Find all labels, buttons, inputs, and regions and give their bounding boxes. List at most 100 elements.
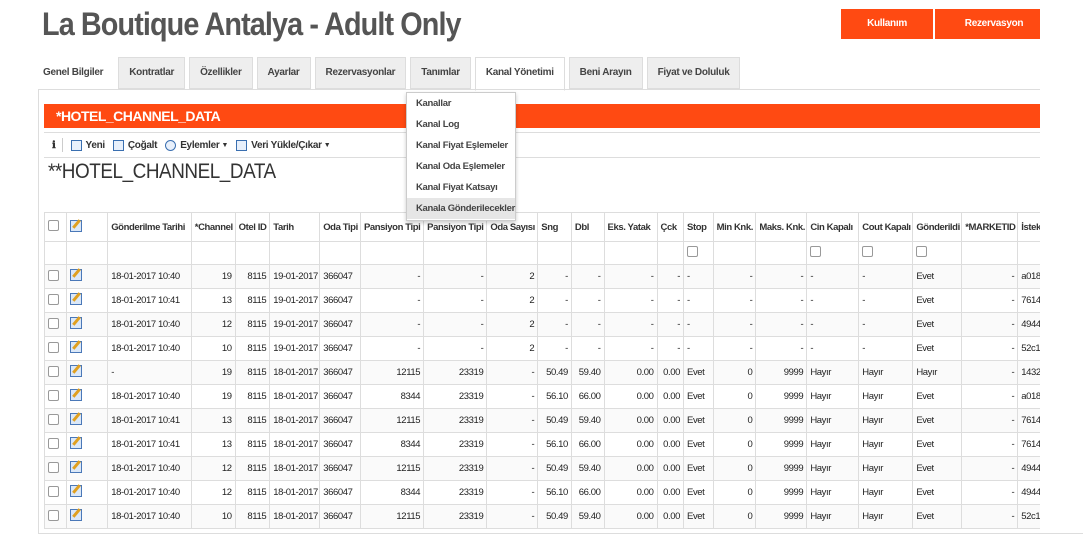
- filter-input[interactable]: [656, 241, 685, 265]
- filter-input[interactable]: [234, 241, 271, 265]
- cin-filter-checkbox[interactable]: [806, 241, 860, 265]
- filter-input[interactable]: [961, 241, 1019, 265]
- copy-button[interactable]: Çoğalt: [112, 139, 157, 151]
- menu-item-oda-eslemeler[interactable]: Kanal Oda Eşlemeler: [407, 156, 515, 177]
- row-checkbox[interactable]: [43, 480, 68, 505]
- info-icon[interactable]: ℹ: [52, 140, 56, 151]
- row-checkbox[interactable]: [43, 360, 68, 385]
- edit-icon[interactable]: [66, 480, 109, 505]
- col-header[interactable]: Eks. Yatak: [603, 212, 658, 242]
- table-cell: 366047: [319, 312, 361, 337]
- menu-item-fiyat-katsayi[interactable]: Kanal Fiyat Katsayı: [407, 177, 515, 198]
- row-checkbox[interactable]: [43, 456, 68, 481]
- table-row[interactable]: 18-01-2017 10:40 10 8115 18-01-2017 366047 12…: [43, 504, 1048, 529]
- filter-input[interactable]: [269, 241, 321, 265]
- col-header[interactable]: Dbl: [570, 212, 605, 242]
- user-guide-button[interactable]: Kullanım Kılavuzu: [841, 9, 933, 59]
- row-checkbox[interactable]: [43, 384, 68, 409]
- menu-item-fiyat-eslemeler[interactable]: Kanal Fiyat Eşlemeler: [407, 135, 515, 156]
- table-row[interactable]: 18-01-2017 10:40 12 8115 18-01-2017 366047 83…: [43, 480, 1048, 505]
- col-header[interactable]: Cin Kapalı: [806, 212, 860, 242]
- actions-button[interactable]: Eylemler ▼: [165, 139, 228, 151]
- sent-filter-checkbox[interactable]: [912, 241, 963, 265]
- tab-ayarlar[interactable]: Ayarlar: [256, 57, 311, 89]
- col-header[interactable]: Sng: [537, 212, 572, 242]
- tab-fiyat-doluluk[interactable]: Fiyat ve Doluluk: [646, 57, 741, 89]
- table-row[interactable]: 18-01-2017 10:40 12 8115 19-01-2017 366047- -…: [43, 312, 1048, 337]
- table-cell: 366047: [319, 264, 361, 289]
- table-cell: 8115: [234, 480, 271, 505]
- col-header[interactable]: Min Knk.: [712, 212, 757, 242]
- table-row[interactable]: -19 8115 18-01-2017 366047 12115 23319-50.49 5…: [43, 360, 1048, 385]
- filter-input[interactable]: [107, 241, 192, 265]
- menu-item-gonderilecekler[interactable]: Kanala Gönderilecekler: [407, 198, 515, 219]
- edit-icon[interactable]: [66, 360, 109, 385]
- filter-input[interactable]: [423, 241, 488, 265]
- table-row[interactable]: 18-01-2017 10:41 13 8115 18-01-2017 366047 12…: [43, 408, 1048, 433]
- row-checkbox[interactable]: [43, 264, 68, 289]
- col-header[interactable]: Oda Tipi: [319, 212, 361, 242]
- col-header[interactable]: Gönderildi: [912, 212, 963, 242]
- new-button[interactable]: Yeni: [70, 139, 105, 151]
- row-checkbox[interactable]: [43, 312, 68, 337]
- filter-input[interactable]: [712, 241, 757, 265]
- col-header[interactable]: *Channel: [190, 212, 236, 242]
- edit-icon[interactable]: [66, 504, 109, 529]
- edit-sort-icon[interactable]: [66, 212, 109, 242]
- col-header[interactable]: *MARKETID: [961, 212, 1019, 242]
- col-header[interactable]: Gönderilme Tarihi: [107, 212, 192, 242]
- filter-input[interactable]: [755, 241, 808, 265]
- cout-filter-checkbox[interactable]: [858, 241, 914, 265]
- table-row[interactable]: 18-01-2017 10:41 13 8115 18-01-2017 366047 83…: [43, 432, 1048, 457]
- menu-item-kanal-log[interactable]: Kanal Log: [407, 114, 515, 135]
- table-cell: -: [806, 336, 860, 361]
- row-checkbox[interactable]: [43, 336, 68, 361]
- col-header[interactable]: Otel ID: [234, 212, 271, 242]
- filter-input[interactable]: [359, 241, 425, 265]
- filter-input[interactable]: [319, 241, 361, 265]
- col-header[interactable]: Çck: [656, 212, 685, 242]
- edit-icon[interactable]: [66, 408, 109, 433]
- tab-rezervasyonlar[interactable]: Rezervasyonlar: [314, 57, 407, 89]
- table-row[interactable]: 18-01-2017 10:40 10 8115 19-01-2017 366047- -…: [43, 336, 1048, 361]
- edit-icon[interactable]: [66, 336, 109, 361]
- table-cell: Hayır: [858, 408, 914, 433]
- row-checkbox[interactable]: [43, 288, 68, 313]
- filter-input[interactable]: [537, 241, 572, 265]
- edit-icon[interactable]: [66, 456, 109, 481]
- filter-input[interactable]: [190, 241, 236, 265]
- col-header[interactable]: Tarih: [269, 212, 321, 242]
- col-header[interactable]: Cout Kapalı: [858, 212, 914, 242]
- row-checkbox[interactable]: [43, 432, 68, 457]
- edit-icon[interactable]: [66, 288, 109, 313]
- table-row[interactable]: 18-01-2017 10:40 19 8115 18-01-2017 366047 83…: [43, 384, 1048, 409]
- col-header[interactable]: Stop: [683, 212, 714, 242]
- menu-item-kanallar[interactable]: Kanallar: [407, 93, 515, 114]
- reservation-page-button[interactable]: Rezervasyon Sayfasına Git: [935, 9, 1053, 59]
- edit-icon[interactable]: [66, 312, 109, 337]
- table-cell: Hayır: [858, 504, 914, 529]
- table-row[interactable]: 18-01-2017 10:41 13 8115 19-01-2017 366047- -…: [43, 288, 1048, 313]
- select-all-checkbox[interactable]: [43, 212, 68, 242]
- tab-tanimlar[interactable]: Tanımlar: [410, 57, 471, 89]
- table-cell: 18-01-2017 10:40: [107, 384, 192, 409]
- tab-kanal-yonetimi[interactable]: Kanal Yönetimi: [474, 57, 565, 91]
- filter-input[interactable]: [603, 241, 658, 265]
- row-checkbox[interactable]: [43, 408, 68, 433]
- edit-icon[interactable]: [66, 264, 109, 289]
- stop-filter-checkbox[interactable]: [683, 241, 714, 265]
- upload-button[interactable]: Veri Yükle/Çıkar ▼: [236, 139, 331, 151]
- row-checkbox[interactable]: [43, 504, 68, 529]
- tab-beni-arayin[interactable]: Beni Arayın: [568, 57, 643, 89]
- edit-icon[interactable]: [66, 432, 109, 457]
- table-row[interactable]: 18-01-2017 10:40 19 8115 19-01-2017 366047- -…: [43, 264, 1048, 289]
- tab-genel-bilgiler[interactable]: Genel Bilgiler: [32, 57, 115, 89]
- tab-kontratlar[interactable]: Kontratlar: [118, 57, 186, 89]
- table-row[interactable]: 18-01-2017 10:40 12 8115 18-01-2017 366047 12…: [43, 456, 1048, 481]
- table-cell: 8115: [234, 408, 271, 433]
- filter-input[interactable]: [486, 241, 539, 265]
- edit-icon[interactable]: [66, 384, 109, 409]
- col-header[interactable]: Maks. Knk.: [755, 212, 808, 242]
- tab-ozellikler[interactable]: Özellikler: [189, 57, 253, 89]
- filter-input[interactable]: [570, 241, 605, 265]
